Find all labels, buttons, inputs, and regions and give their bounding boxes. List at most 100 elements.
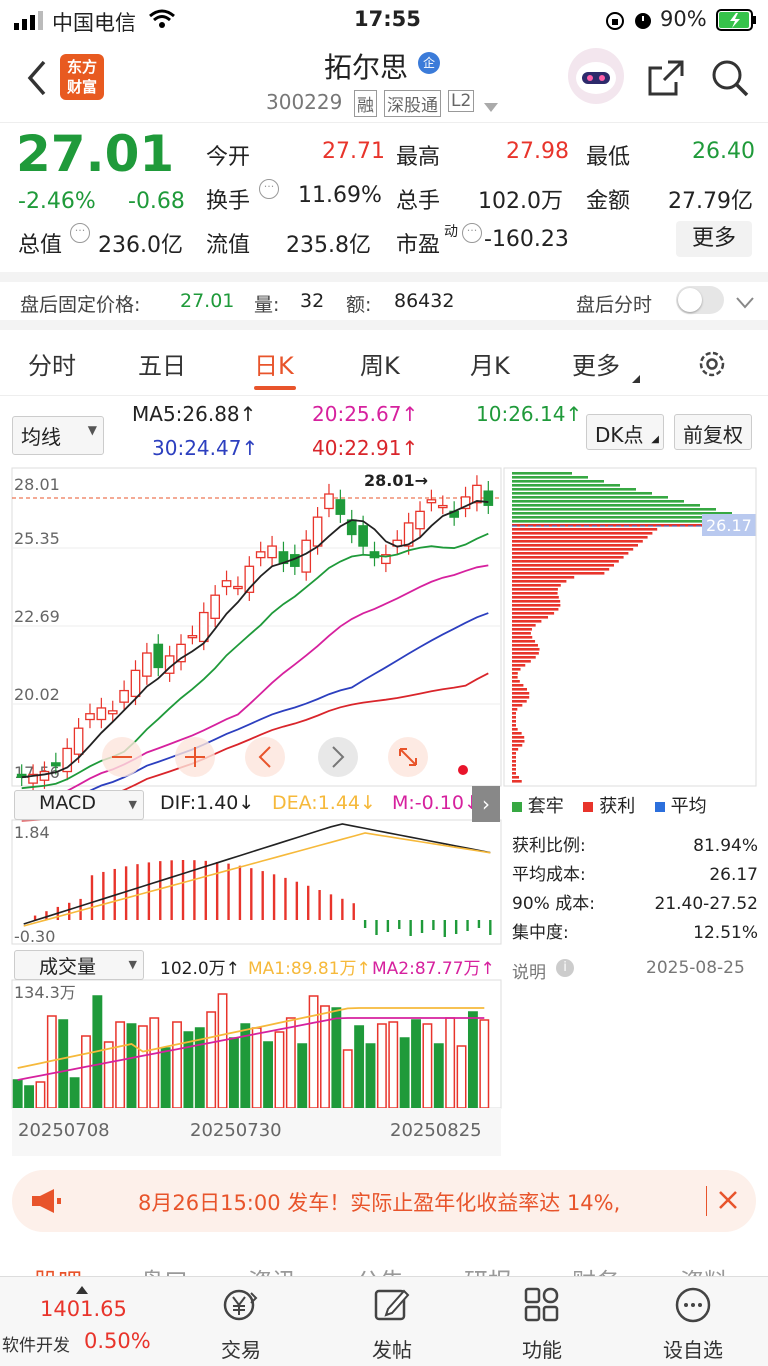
index-value[interactable]: 1401.65 xyxy=(40,1297,127,1321)
dropdown-icon[interactable] xyxy=(484,98,498,117)
volume-bar xyxy=(217,993,228,1109)
chip-bar xyxy=(512,528,658,531)
tab-weekly-k[interactable]: 周K xyxy=(360,346,400,381)
chips-note[interactable]: 说明 xyxy=(512,958,546,983)
chip-bar xyxy=(512,772,516,775)
chip-bar xyxy=(512,500,684,503)
vol-ma1: MA1:89.81万↑ xyxy=(248,959,371,979)
volume-selector[interactable]: 成交量 ▼ xyxy=(14,950,144,980)
volume-bar xyxy=(274,1031,285,1109)
robot-avatar-icon[interactable] xyxy=(568,48,624,104)
candle-body xyxy=(107,710,118,715)
chip-bar xyxy=(512,536,648,539)
macd-selector[interactable]: MACD ▼ xyxy=(14,790,144,820)
share-icon[interactable] xyxy=(646,58,686,102)
chips-stats: 获利比例: 81.94% 平均成本: 26.17 90% 成本: 21.40-27.5… xyxy=(512,836,758,943)
nav-trade[interactable]: 交易 xyxy=(186,1285,296,1363)
dif-line xyxy=(23,823,491,925)
chip-bar xyxy=(512,652,539,655)
chip-bar xyxy=(512,708,518,711)
after-hours-chart-label: 盘后分时 xyxy=(576,294,653,316)
volume-bar xyxy=(308,995,319,1109)
stock-code: 300229 xyxy=(266,90,343,114)
nav-post[interactable]: 发帖 xyxy=(337,1285,447,1363)
ma-line xyxy=(21,612,489,811)
after-hours-amt-label: 额: xyxy=(346,294,372,316)
back-icon[interactable] xyxy=(24,58,48,102)
volume-bar xyxy=(81,1035,91,1109)
change-percent: -2.46% xyxy=(18,189,96,214)
clock: 17:55 xyxy=(354,7,421,31)
chip-bar xyxy=(512,564,614,567)
ma-line xyxy=(21,500,489,779)
chip-bar xyxy=(512,644,538,647)
volume-bar xyxy=(35,1081,46,1109)
ma30-value: 30:24.47↑ xyxy=(152,436,259,460)
candle-body xyxy=(85,713,95,721)
chip-bar xyxy=(512,588,558,591)
tag-connect: 深股通 xyxy=(384,90,441,117)
volume-bar xyxy=(354,1025,365,1109)
chip-bar xyxy=(512,768,516,771)
float-cap-value: 235.8亿 xyxy=(286,233,371,258)
info-icon[interactable]: i xyxy=(556,959,574,977)
chip-bar xyxy=(512,664,526,667)
candle-body xyxy=(267,545,277,559)
chevron-down-icon[interactable] xyxy=(736,294,754,313)
more-button[interactable]: 更多 xyxy=(676,221,752,257)
nav-add-watchlist[interactable]: 设自选 xyxy=(638,1285,748,1363)
date-end: 20250825 xyxy=(390,1120,482,1141)
after-hours-vol: 32 xyxy=(300,290,325,312)
expand-arrow-button[interactable]: › xyxy=(472,786,500,822)
info-icon[interactable]: ··· xyxy=(462,223,482,243)
volume-bar xyxy=(411,1019,421,1109)
chip-bar xyxy=(512,628,532,631)
after-hours-toggle[interactable] xyxy=(676,286,724,314)
dk-button[interactable]: DK点 ◢ xyxy=(586,414,664,450)
chip-bar xyxy=(512,512,732,515)
candle-body xyxy=(153,643,164,669)
search-icon[interactable] xyxy=(710,58,750,102)
index-name[interactable]: 软件开发 xyxy=(2,1331,70,1356)
quote-panel: 27.01 -2.46% -0.68 今开 27.71 最高 27.98 最低 … xyxy=(0,122,768,272)
tag-l2: L2 xyxy=(448,90,475,112)
chip-bar xyxy=(512,600,561,603)
promo-banner[interactable]: 8月26日15:00 发车！实际止盈年化收益率达 14%, xyxy=(12,1170,756,1232)
chip-bar xyxy=(512,716,516,719)
candle-body xyxy=(483,490,494,506)
bottom-nav: 1401.65 软件开发 0.50% 交易 发帖 功能 设自选 xyxy=(0,1276,768,1366)
chip-bar xyxy=(512,764,516,767)
after-hours-amt: 86432 xyxy=(394,290,455,312)
next-button xyxy=(318,737,358,777)
macd-histogram xyxy=(33,860,492,937)
gear-icon[interactable] xyxy=(696,348,728,384)
chip-bar xyxy=(512,560,619,563)
chip-bar xyxy=(512,648,540,651)
tab-more[interactable]: 更多 xyxy=(572,346,620,381)
chip-bar xyxy=(512,592,558,595)
adjust-button[interactable]: 前复权 xyxy=(674,414,752,450)
close-icon[interactable] xyxy=(718,1190,738,1214)
volume-bar xyxy=(149,1017,160,1109)
info-icon[interactable]: ··· xyxy=(259,179,279,199)
nav-functions[interactable]: 功能 xyxy=(487,1285,597,1363)
tab-daily-k[interactable]: 日K xyxy=(254,346,294,381)
chip-bar xyxy=(512,732,522,735)
ma-selector[interactable]: 均线 ▼ xyxy=(12,416,104,455)
open-label: 今开 xyxy=(206,145,251,170)
tab-five-day[interactable]: 五日 xyxy=(138,346,186,381)
info-icon[interactable]: ··· xyxy=(70,223,90,243)
index-pct[interactable]: 0.50% xyxy=(84,1329,151,1353)
chip-bar xyxy=(512,780,522,783)
candle-body xyxy=(198,611,209,643)
tab-intraday[interactable]: 分时 xyxy=(28,346,76,381)
turnover-value: 11.69% xyxy=(298,183,382,208)
volume-top: 134.3万 xyxy=(14,983,76,1002)
chip-bar xyxy=(512,752,516,755)
kline-frame xyxy=(11,467,502,787)
candle-body xyxy=(301,539,312,573)
volume-bars xyxy=(12,993,490,1109)
chip-bar xyxy=(512,660,531,663)
tab-monthly-k[interactable]: 月K xyxy=(470,346,510,381)
enterprise-badge: 企 xyxy=(418,52,440,74)
